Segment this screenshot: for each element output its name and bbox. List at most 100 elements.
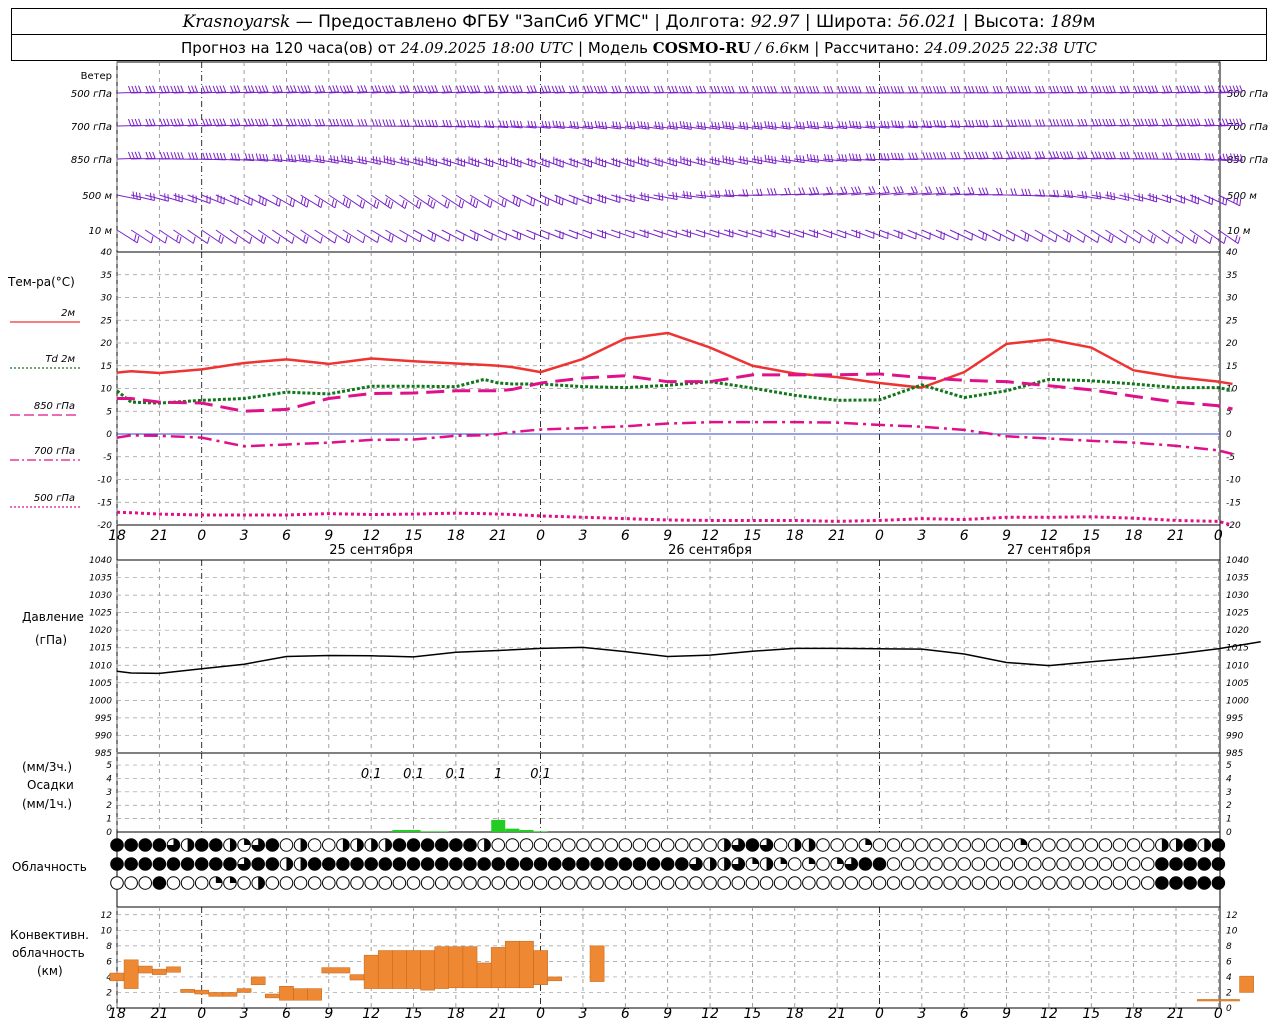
wind-barb-feather — [967, 151, 972, 159]
wind-barb-feather — [249, 236, 253, 244]
wind-barb-feather — [194, 118, 198, 126]
wind-barb-feather — [1144, 152, 1149, 160]
wind-barb-feather — [1123, 151, 1127, 159]
cloud-cover-fill — [1204, 838, 1211, 852]
x-tick-label-upper: 0 — [197, 528, 206, 544]
wind-barb-feather — [911, 152, 915, 160]
cloud-cover-symbol — [632, 838, 647, 852]
x-tick-label-lower: 9 — [324, 1006, 333, 1022]
wind-barb-feather — [1020, 151, 1025, 159]
wind-barb-feather — [879, 86, 884, 93]
wind-barb-feather — [294, 154, 297, 163]
x-tick-label-upper: 9 — [324, 528, 333, 544]
cloud-cover-symbol — [505, 838, 520, 852]
cloud-cover-fill — [300, 857, 307, 871]
wind-barb-feather — [614, 85, 619, 93]
wind-barb-feather — [805, 86, 810, 94]
wind-barb-feather — [432, 201, 436, 209]
wind-barb-feather — [335, 85, 340, 93]
wind-barb-feather — [345, 199, 349, 207]
wind-barb-feather — [809, 121, 813, 129]
wind-barb-feather — [1091, 118, 1095, 126]
conv-cloud-bar — [1239, 975, 1254, 993]
wind-barb-feather — [258, 195, 261, 203]
wind-barb-feather — [377, 235, 380, 243]
cloud-cover-symbol — [872, 838, 887, 852]
temp-tick-label: 30 — [101, 294, 113, 304]
wind-barb-feather — [509, 85, 513, 93]
cloud-cover-symbol — [392, 838, 407, 852]
cloud-cover-symbol — [773, 876, 788, 890]
temp-legend-label: 700 гПа — [34, 446, 75, 457]
wind-barb-feather — [187, 85, 192, 93]
wind-barb-feather — [799, 121, 802, 129]
cloud-cover-symbol — [265, 838, 280, 852]
wind-barb-feather — [329, 118, 333, 126]
wind-barb-feather — [950, 86, 954, 93]
wind-barb-feather — [501, 85, 506, 93]
wind-barb-feather — [314, 85, 319, 93]
cloud-cover-symbol — [858, 857, 873, 871]
wind-barb-feather — [897, 86, 901, 93]
wind-barb-feather — [1133, 118, 1138, 126]
wind-barb-feather — [371, 119, 375, 127]
cloud-cover-symbol — [1140, 838, 1155, 852]
wind-barb-feather — [766, 188, 771, 196]
wind-barb-feather — [896, 186, 901, 194]
wind-barb-feather — [148, 118, 153, 126]
wind-barb-feather — [753, 121, 756, 129]
temp-tick-label: 35 — [101, 271, 113, 281]
cloud-cover-symbol — [491, 857, 506, 871]
wind-barb-feather — [547, 85, 551, 93]
cloud-cover-symbol — [929, 857, 943, 871]
wind-barb-feather — [293, 118, 297, 126]
wind-barb-feather — [1034, 151, 1039, 159]
wind-barb-feather — [470, 85, 474, 93]
wind-barb-feather — [756, 85, 760, 93]
wind-barb-feather — [1196, 118, 1201, 126]
cloud-cover-symbol — [816, 857, 830, 871]
wind-barb-feather — [420, 119, 424, 127]
wind-barb-feather — [855, 121, 859, 129]
wind-barb-feather — [236, 118, 241, 126]
cloud-cover-fill — [258, 876, 265, 890]
cloud-cover-symbol — [491, 876, 506, 890]
wind-barb-feather — [403, 119, 407, 127]
wind-barb-feather — [1179, 152, 1183, 160]
wind-barb-feather — [640, 121, 643, 129]
conv-cloud-bar — [363, 954, 379, 989]
wind-barb-feather — [830, 154, 834, 162]
wind-barb-feather — [964, 85, 968, 93]
wind-barb-feather — [788, 156, 791, 164]
wind-barb-feather — [258, 118, 262, 126]
wind-barb-feather — [933, 119, 937, 127]
wind-barb-feather — [148, 151, 153, 159]
wind-barb-feather — [1094, 85, 1099, 93]
wind-barb-feather — [430, 199, 433, 207]
precip-3h-label: 0.1 — [361, 767, 382, 782]
pressure-tick-label: 1015 — [89, 644, 112, 654]
temp-series-line — [116, 420, 1233, 456]
wind-barb-feather — [971, 151, 975, 159]
wind-barb-feather — [717, 85, 721, 93]
wind-barb-feather — [1162, 118, 1166, 126]
cloud-cover-symbol — [1112, 876, 1127, 890]
wind-barb — [738, 229, 762, 238]
wind-barb-feather — [350, 156, 353, 164]
cloud-cover-symbol — [985, 876, 1000, 890]
wind-barb-feather — [170, 118, 174, 126]
wind-barb-feather — [346, 118, 350, 126]
wind-barb-feather — [1049, 151, 1053, 159]
x-tick-label-upper: 18 — [1125, 528, 1143, 544]
wind-barb-feather — [714, 190, 717, 198]
wind-barb-feather — [806, 153, 810, 161]
wind-barb-feather — [1024, 119, 1028, 127]
wind-barb-feather — [914, 186, 918, 193]
wind-barb-feather — [1190, 85, 1194, 93]
wind-barb-feather — [1091, 151, 1095, 159]
cloud-cover-symbol — [463, 876, 477, 890]
wind-barb-feather — [1020, 85, 1025, 93]
cloud-cover-symbol — [576, 857, 590, 871]
wind-barb-feather — [304, 118, 308, 126]
wind-barb-feather — [1041, 234, 1044, 242]
